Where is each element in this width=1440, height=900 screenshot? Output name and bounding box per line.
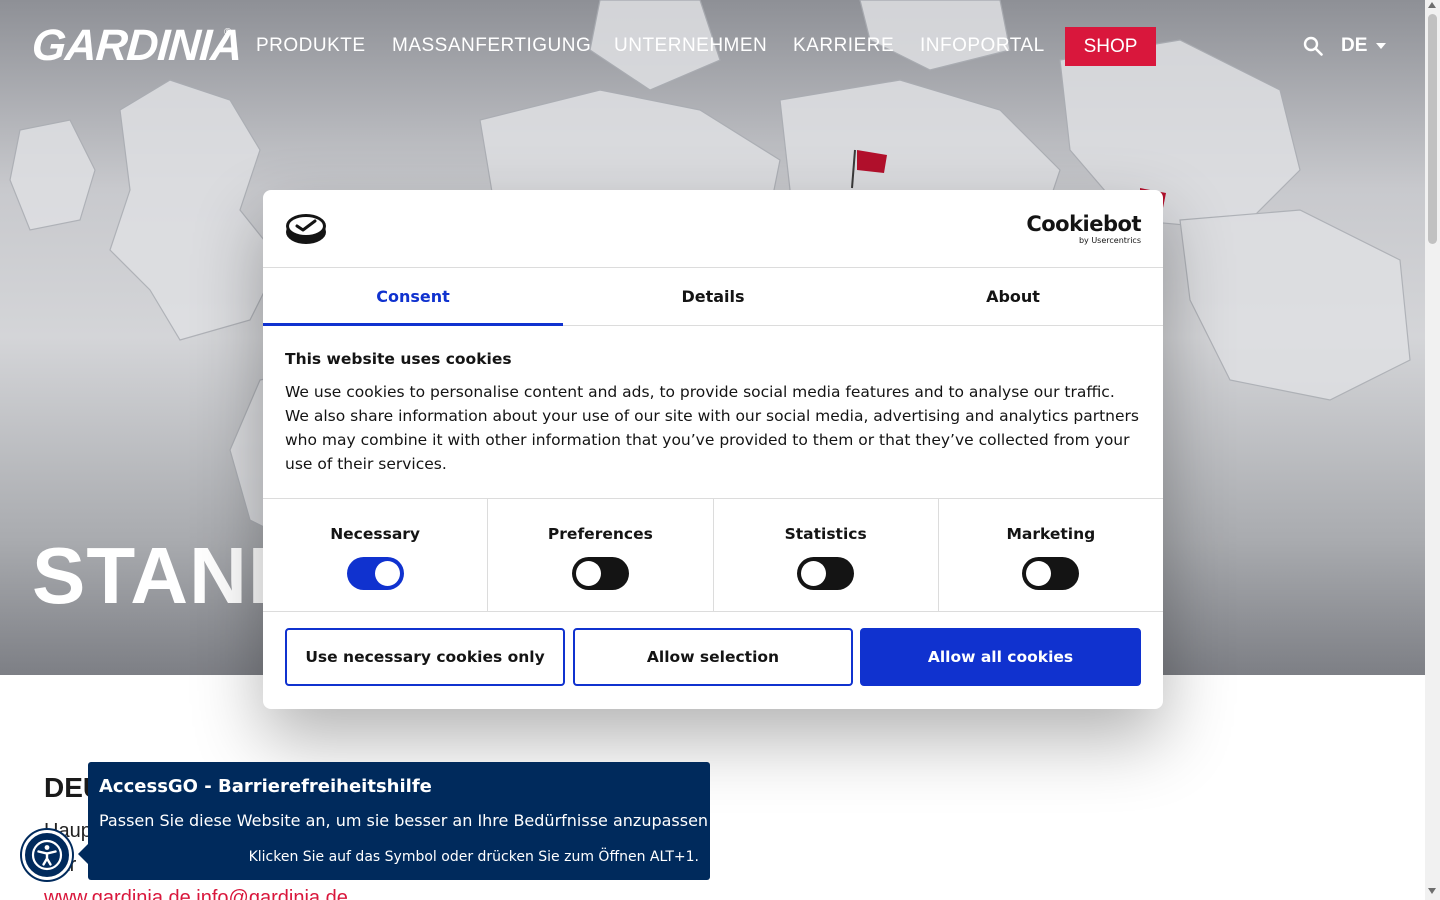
switch-knob — [1026, 561, 1052, 586]
shop-button[interactable]: SHOP — [1065, 27, 1156, 66]
toggle-preferences: Preferences — [488, 499, 714, 611]
cookie-dialog-header: Cookiebot by Usercentrics — [263, 190, 1163, 268]
accessgo-title: AccessGO - Barrierefreiheitshilfe — [99, 776, 432, 797]
search-icon[interactable] — [1303, 36, 1323, 56]
necessary-switch[interactable] — [346, 557, 404, 590]
contact-links[interactable]: www.gardinia.de info@gardinia.de — [44, 887, 348, 900]
cookie-buttons: Use necessary cookies only Allow selecti… — [285, 628, 1141, 686]
toggle-label: Necessary — [330, 525, 421, 543]
cookie-consent-dialog: Cookiebot by Usercentrics Consent Detail… — [263, 190, 1163, 709]
switch-knob — [575, 561, 601, 586]
preferences-switch[interactable] — [571, 557, 629, 590]
statistics-switch[interactable] — [797, 557, 855, 590]
nav-item-produkte[interactable]: PRODUKTE — [256, 35, 366, 57]
cookie-logo-icon — [286, 214, 326, 244]
nav-item-infoportal[interactable]: INFOPORTAL — [920, 35, 1045, 57]
toggle-necessary: Necessary — [263, 499, 489, 611]
cookie-body: This website uses cookies We use cookies… — [285, 350, 1141, 476]
nav-item-karriere[interactable]: KARRIERE — [793, 35, 894, 57]
cookie-tabs: Consent Details About — [263, 268, 1163, 326]
scroll-down-arrow-icon[interactable] — [1428, 888, 1436, 894]
accessgo-hint: Klicken Sie auf das Symbol oder drücken … — [248, 849, 699, 865]
tab-about[interactable]: About — [863, 268, 1163, 325]
chevron-down-icon[interactable] — [1376, 43, 1386, 49]
switch-knob — [374, 561, 400, 586]
switch-knob — [801, 561, 827, 586]
tab-consent[interactable]: Consent — [263, 268, 563, 326]
allow-all-cookies-button[interactable]: Allow all cookies — [860, 628, 1141, 686]
toggle-marketing: Marketing — [939, 499, 1163, 611]
accessgo-button[interactable] — [22, 830, 72, 880]
toggle-statistics: Statistics — [714, 499, 939, 611]
toggle-label: Statistics — [784, 525, 867, 543]
gardinia-logo[interactable]: GARDINIA — [30, 21, 243, 70]
tab-details[interactable]: Details — [563, 268, 863, 325]
accessgo-description: Passen Sie diese Website an, um sie bess… — [99, 811, 709, 830]
allow-selection-button[interactable]: Allow selection — [573, 628, 853, 686]
accessgo-tooltip: AccessGO - Barrierefreiheitshilfe Passen… — [78, 762, 710, 880]
cookiebot-brand-name: Cookiebot — [1026, 212, 1141, 236]
cookie-description: We use cookies to personalise content an… — [285, 383, 1139, 473]
cookie-title: This website uses cookies — [285, 350, 512, 368]
marketing-switch[interactable] — [1022, 557, 1080, 590]
cookie-category-toggles: Necessary Preferences Statistics Marketi… — [263, 498, 1163, 612]
scrollbar-thumb[interactable] — [1428, 14, 1437, 244]
nav-item-massanfertigung[interactable]: MASSANFERTIGUNG — [392, 35, 591, 57]
use-necessary-cookies-button[interactable]: Use necessary cookies only — [285, 628, 565, 686]
registered-mark: ® — [224, 27, 232, 38]
toggle-label: Preferences — [547, 525, 653, 543]
top-navigation: GARDINIA ® PRODUKTE MASSANFERTIGUNG UNTE… — [0, 0, 1425, 92]
cookiebot-brand-sub: by Usercentrics — [1078, 236, 1141, 245]
toggle-label: Marketing — [1006, 525, 1096, 543]
cookiebot-brand[interactable]: Cookiebot by Usercentrics — [1026, 212, 1141, 245]
page-scrollbar[interactable] — [1425, 0, 1440, 900]
accessibility-icon — [31, 839, 63, 871]
nav-item-unternehmen[interactable]: UNTERNEHMEN — [614, 35, 767, 57]
language-selector[interactable]: DE — [1341, 35, 1367, 57]
scroll-up-arrow-icon[interactable] — [1428, 2, 1436, 8]
